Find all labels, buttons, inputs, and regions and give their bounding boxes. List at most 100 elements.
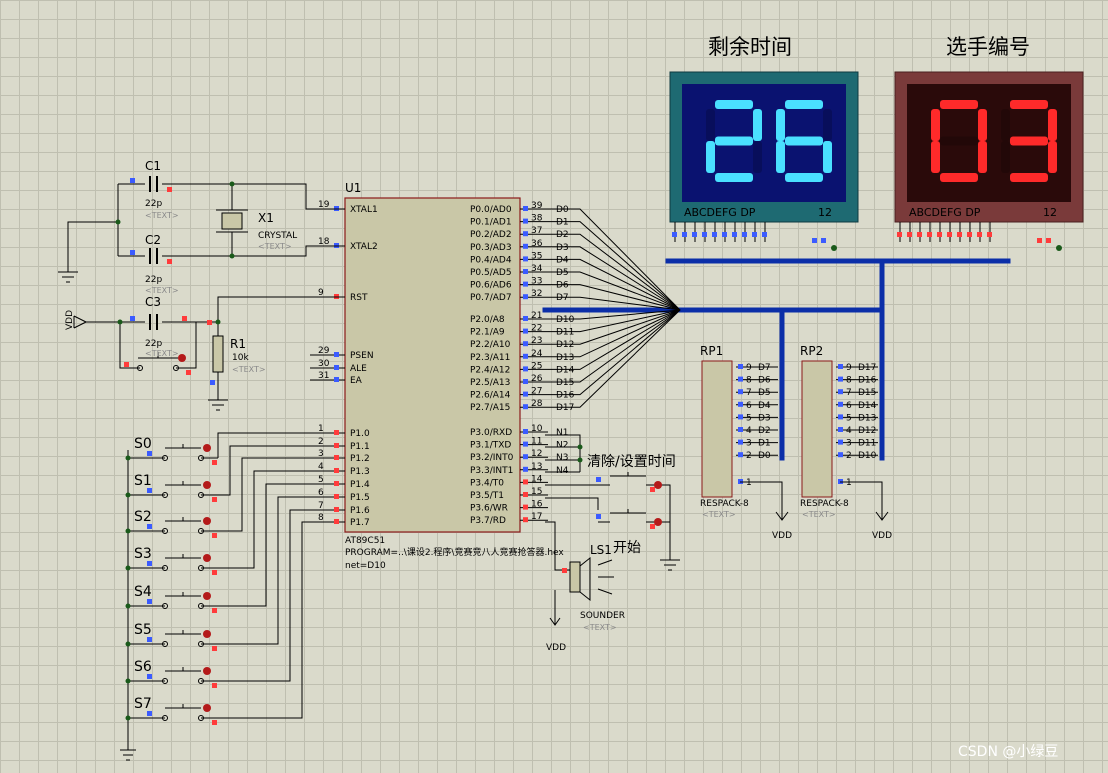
switch-indicator [203,517,211,525]
u1-pin-number: 2 [318,437,324,447]
switch-indicator [203,444,211,452]
rp1-label: RP1 [700,344,723,358]
u1-pin-marker [334,365,339,370]
switch-s6[interactable]: S6 [125,509,311,688]
switch-to-p1-wire [218,509,310,682]
player-switches: S0 S1 S2 S3 S4 S5 S6 S7 [120,432,311,761]
rp-pin-marker [838,389,843,395]
u1-pin-number: 25 [531,361,542,371]
rp-pin-marker [838,439,843,445]
u1-pin-number: 13 [531,462,542,472]
u1-pin-number: 14 [531,474,543,484]
c1-text-placeholder: <TEXT> [145,211,179,220]
u1-pin-name: P1.1 [350,442,370,452]
u1-pin-name: P0.1/AD1 [470,218,512,228]
c1-label: C1 [145,159,161,173]
c3-value: 22p [145,339,162,349]
switch-label: S2 [134,509,152,525]
switch-indicator [203,704,211,712]
c3-label: C3 [145,295,161,309]
c2-value: 22p [145,275,162,285]
u1-pin-number: 28 [531,399,543,409]
bus-lines [542,258,1011,461]
rp-pin-number: 2 [746,451,752,461]
rp-pin-number: 9 [846,363,852,373]
u1-pin-number: 10 [531,424,543,434]
u1-pin-marker [523,294,528,300]
switch-s4[interactable]: S4 [125,483,311,613]
switch-actuator [165,667,201,672]
u1-pin-number: 39 [531,201,543,211]
rp-net-label: D16 [858,376,877,386]
u1-pin-number: 29 [318,346,330,356]
switch-s5[interactable]: S5 [125,496,311,651]
rp-net-label: D3 [758,413,771,423]
u1-pin-name: P0.7/AD7 [470,293,512,303]
u1-pin-number: 22 [531,324,542,334]
rp-pin-marker [738,376,743,382]
switch-pin [147,524,152,529]
switch-s0[interactable]: S0 [125,432,311,465]
time-display[interactable]: ABCDEFG DP 12 [669,71,859,223]
u1-pin-number: 37 [531,226,542,236]
rp1-resistor-pack[interactable]: RP1 RESPACK-8 <TEXT> 9 D7 8 D6 7 D5 6 D4 5 D3 4 D2 3… [700,344,778,519]
switch-node [125,565,131,571]
u1-pin-number: 6 [318,488,324,498]
u1-net-label: D3 [556,243,569,253]
u1-pin-name: P0.4/AD4 [470,255,512,265]
switch-label: S0 [134,436,152,452]
u1-pin-marker [523,341,528,347]
display-common-pin [1037,238,1042,243]
display1-pin [752,232,757,237]
rp-net-label: D10 [858,451,877,461]
segment-a [785,100,823,109]
csdn-watermark: CSDN @小绿豆 [958,744,1058,760]
display2-pin [897,232,902,237]
rp-net-label: D0 [758,451,771,461]
display2-pin [927,232,932,237]
u1-pin-marker [523,404,528,410]
rp2-resistor-pack[interactable]: RP2 RESPACK-8 <TEXT> 9 D17 8 D16 7 D15 6 D14 5 D1… [800,344,878,519]
u1-pin-marker [334,494,339,499]
u1-pin-number: 36 [531,239,543,249]
switch-s2[interactable]: S2 [125,457,311,538]
switch-to-p1-wire [218,457,310,532]
switch-indicator [203,592,211,600]
rp-pin-marker [738,364,743,369]
u1-pin-number: 24 [531,349,543,359]
rp-pin-marker [838,452,843,458]
segment-g [785,136,823,146]
switch-s7[interactable]: S7 [125,521,311,725]
u1-microcontroller[interactable]: U1 AT89C51 PROGRAM=..\课设2.程序\竞赛竞八人竞赛抢答器.… [310,181,575,571]
switch-pin [147,637,152,642]
u1-pin-name: XTAL1 [350,205,378,215]
u1-pin-number: 4 [318,462,324,472]
display1-pin [672,232,677,237]
switch-actuator [165,517,201,522]
u1-net-label: N2 [556,441,568,451]
u1-pin-name: P2.7/A15 [470,403,510,413]
rp-pin-number: 6 [846,401,852,411]
segment-c [1048,141,1057,173]
u1-pin-marker [523,281,528,287]
switch-s3[interactable]: S3 [125,470,311,575]
u1-pin-marker [523,243,528,249]
u1-pin-name: P2.3/A11 [470,353,510,363]
segment-b [823,109,832,141]
player-display[interactable]: ABCDEFG DP 12 [894,71,1084,223]
u1-pin-number: 1 [318,424,324,434]
u1-pin-name: P1.2 [350,454,370,464]
rp1-text-placeholder: <TEXT> [702,510,736,519]
u1-pin-marker [523,379,528,384]
u1-net-label: D10 [556,315,575,325]
display2-pin [957,232,962,237]
display1-pin [692,232,697,237]
segment-a [940,100,978,109]
switch-node [125,492,131,498]
rp-net-label: D15 [858,388,876,398]
segment-a [1010,100,1048,109]
u1-pin-marker [523,517,528,523]
switch-pin [147,488,152,493]
display1-pin [722,232,727,237]
u1-pin-name: P3.7/RD [470,516,506,526]
